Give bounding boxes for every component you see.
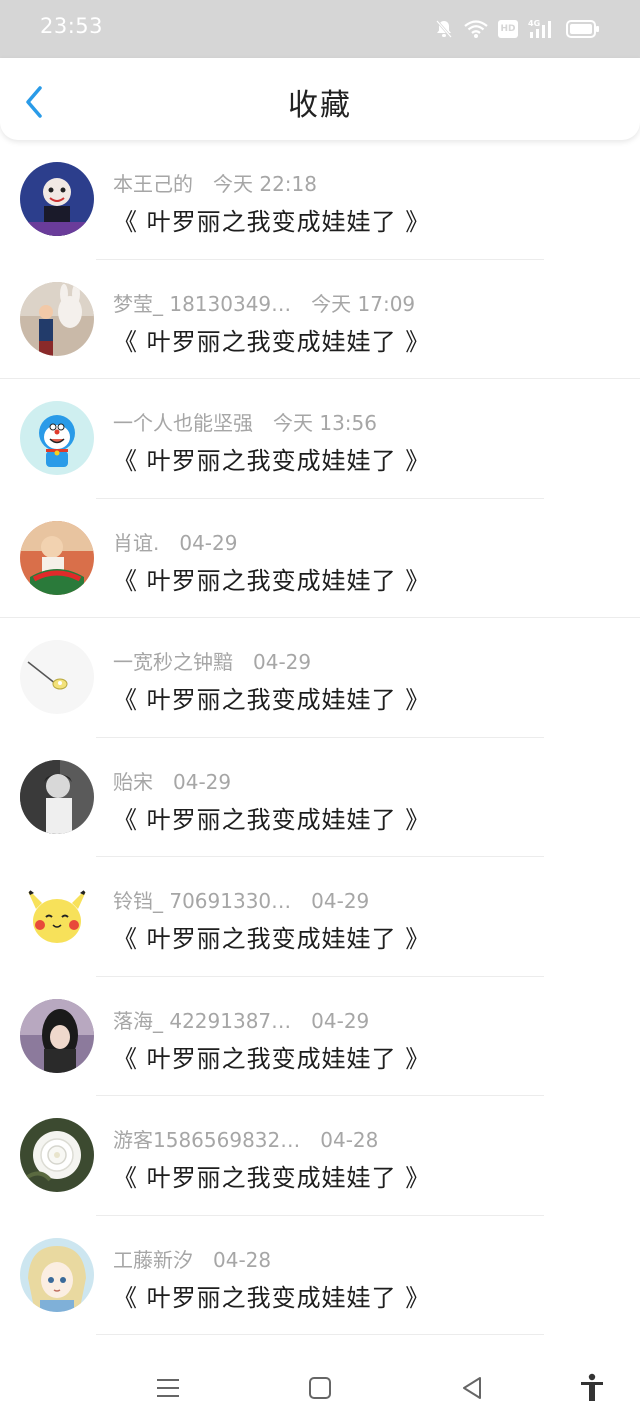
status-time: 23:53 (40, 14, 104, 38)
avatar[interactable] (20, 162, 94, 236)
avatar[interactable] (20, 401, 94, 475)
username[interactable]: 铃铛_ 70691330… (113, 889, 291, 913)
list-item[interactable]: 本王己的 今天 22:18 《 叶罗丽之我变成娃娃了 》 (0, 140, 640, 260)
item-meta: 一宽秒之钟黯 04-29 (113, 646, 311, 675)
avatar[interactable] (20, 640, 94, 714)
item-meta: 贻宋 04-29 (113, 766, 231, 795)
book-title[interactable]: 《 叶罗丽之我变成娃娃了 》 (113, 1158, 430, 1193)
book-title[interactable]: 《 叶罗丽之我变成娃娃了 》 (113, 441, 430, 476)
date: 今天 22:18 (213, 172, 317, 196)
username[interactable]: 落海_ 42291387… (113, 1009, 291, 1033)
item-meta: 一个人也能坚强 今天 13:56 (113, 407, 377, 436)
favorites-list: 本王己的 今天 22:18 《 叶罗丽之我变成娃娃了 》 梦莹_ 18130349… (0, 140, 640, 1335)
date: 04-29 (311, 889, 370, 913)
menu-button[interactable] (148, 1370, 188, 1406)
item-meta: 工藤新汐 04-28 (113, 1244, 271, 1273)
item-meta: 本王己的 今天 22:18 (113, 168, 317, 197)
book-title[interactable]: 《 叶罗丽之我变成娃娃了 》 (113, 919, 430, 954)
list-item[interactable]: 游客1586569832… 04-28 《 叶罗丽之我变成娃娃了 》 (0, 1096, 640, 1216)
username[interactable]: 肖谊. (113, 531, 159, 555)
list-item[interactable]: 铃铛_ 70691330… 04-29 《 叶罗丽之我变成娃娃了 》 (0, 857, 640, 977)
avatar[interactable] (20, 1118, 94, 1192)
date: 今天 13:56 (273, 411, 377, 435)
username[interactable]: 游客1586569832… (113, 1128, 300, 1152)
svg-text:4G: 4G (528, 19, 540, 28)
book-title[interactable]: 《 叶罗丽之我变成娃娃了 》 (113, 1278, 430, 1313)
username[interactable]: 梦莹_ 18130349… (113, 292, 291, 316)
list-item[interactable]: 梦莹_ 18130349… 今天 17:09 《 叶罗丽之我变成娃娃了 》 (0, 260, 640, 379)
battery-icon (566, 19, 600, 39)
avatar[interactable] (20, 998, 94, 1073)
item-meta: 铃铛_ 70691330… 04-29 (113, 885, 369, 914)
date: 04-29 (179, 530, 238, 555)
list-item[interactable]: 工藤新汐 04-28 《 叶罗丽之我变成娃娃了 》 (0, 1216, 640, 1335)
menu-icon (157, 1379, 179, 1397)
item-meta: 肖谊. 04-29 (113, 527, 237, 556)
item-meta: 落海_ 42291387… 04-29 (113, 1005, 369, 1034)
header: 收藏 (0, 58, 640, 140)
accessibility-icon (581, 1373, 603, 1401)
username[interactable]: 工藤新汐 (113, 1248, 193, 1272)
mute-bell-icon (434, 19, 454, 39)
book-title[interactable]: 《 叶罗丽之我变成娃娃了 》 (113, 322, 430, 357)
date: 今天 17:09 (311, 291, 416, 316)
item-meta: 游客1586569832… 04-28 (113, 1124, 378, 1153)
signal-icon: 4G (528, 18, 556, 40)
username[interactable]: 一个人也能坚强 (113, 411, 253, 435)
username[interactable]: 贻宋 (113, 770, 153, 794)
book-title[interactable]: 《 叶罗丽之我变成娃娃了 》 (113, 680, 430, 715)
item-meta: 梦莹_ 18130349… 今天 17:09 (113, 288, 415, 317)
date: 04-29 (173, 769, 232, 794)
book-title[interactable]: 《 叶罗丽之我变成娃娃了 》 (113, 561, 430, 596)
home-square-icon (309, 1377, 331, 1399)
status-bar: 23:53 HD 4G (0, 0, 640, 58)
list-item[interactable]: 肖谊. 04-29 《 叶罗丽之我变成娃娃了 》 (0, 499, 640, 618)
home-button[interactable] (300, 1370, 340, 1406)
wifi-icon (464, 19, 488, 39)
avatar[interactable] (20, 1237, 94, 1312)
avatar[interactable] (20, 281, 94, 356)
list-item[interactable]: 一个人也能坚强 今天 13:56 《 叶罗丽之我变成娃娃了 》 (0, 379, 640, 499)
hd-badge: HD (498, 20, 518, 38)
book-title[interactable]: 《 叶罗丽之我变成娃娃了 》 (113, 1039, 430, 1074)
username[interactable]: 本王己的 (113, 172, 193, 196)
avatar[interactable] (20, 520, 94, 595)
list-item[interactable]: 落海_ 42291387… 04-29 《 叶罗丽之我变成娃娃了 》 (0, 977, 640, 1096)
back-triangle-icon (463, 1377, 481, 1399)
date: 04-29 (311, 1008, 370, 1033)
list-item[interactable]: 一宽秒之钟黯 04-29 《 叶罗丽之我变成娃娃了 》 (0, 618, 640, 738)
book-title[interactable]: 《 叶罗丽之我变成娃娃了 》 (113, 202, 430, 237)
system-nav-bar (0, 1354, 640, 1422)
page-title: 收藏 (288, 88, 352, 123)
accessibility-button[interactable] (572, 1370, 612, 1406)
divider (96, 1334, 544, 1335)
avatar[interactable] (20, 879, 94, 953)
back-nav-button[interactable] (452, 1370, 492, 1406)
book-title[interactable]: 《 叶罗丽之我变成娃娃了 》 (113, 800, 430, 835)
list-item[interactable]: 贻宋 04-29 《 叶罗丽之我变成娃娃了 》 (0, 738, 640, 857)
username[interactable]: 一宽秒之钟黯 (113, 650, 233, 674)
status-icons: HD 4G (434, 16, 600, 42)
avatar[interactable] (20, 759, 94, 834)
date: 04-28 (320, 1128, 379, 1152)
date: 04-29 (253, 650, 312, 674)
date: 04-28 (213, 1247, 272, 1272)
